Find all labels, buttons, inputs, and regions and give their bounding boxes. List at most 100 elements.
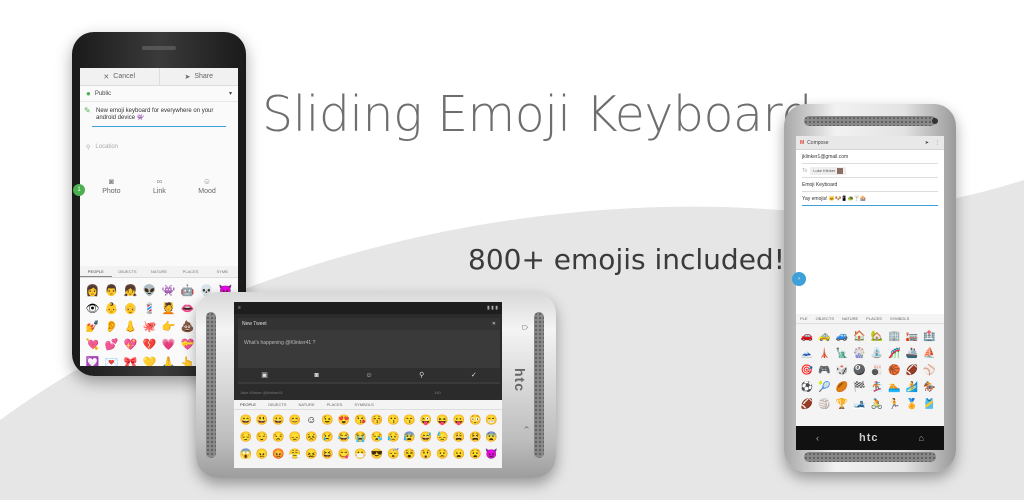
to-field[interactable]: To Luke Klinker [802, 164, 938, 178]
home-icon[interactable]: ⌂ [919, 433, 924, 443]
tweet-input[interactable]: What's happening @Klinker41 ? [238, 330, 500, 368]
emoji-key[interactable]: 😭 [353, 429, 368, 446]
emoji-key[interactable]: 🏊 [886, 379, 904, 395]
emoji-key[interactable]: 😖 [304, 446, 319, 463]
subject-field[interactable]: Emoji Keyboard [802, 178, 938, 192]
emoji-key[interactable]: 🎡 [851, 345, 869, 361]
emoji-key[interactable]: 😎 [369, 446, 384, 463]
emoji-key[interactable]: 😄 [238, 412, 253, 429]
emoji-key[interactable]: 🏈 [903, 362, 921, 378]
location-input[interactable]: ⚲ Location [80, 139, 238, 155]
emoji-icon[interactable]: ☺ [365, 372, 372, 379]
emoji-key[interactable]: ⛵ [921, 345, 939, 361]
emoji-key[interactable]: 🏐 [816, 396, 834, 412]
emoji-key[interactable]: 🏇 [921, 379, 939, 395]
tab-symbols[interactable]: SYMBOLS [890, 316, 909, 321]
emoji-key[interactable]: 🚗 [798, 328, 816, 344]
body-field[interactable]: Yay emojis! 🐱🐶📱🐢🍸🎰 [802, 192, 938, 206]
emoji-key[interactable]: 😩 [451, 429, 466, 446]
back-icon[interactable]: ‹ [816, 433, 819, 443]
fab-button[interactable]: › [792, 272, 806, 286]
link-button[interactable]: ∞ Link [153, 177, 166, 195]
home-icon[interactable]: ⌂ [519, 324, 530, 330]
emoji-key[interactable]: 🗼 [816, 345, 834, 361]
emoji-key[interactable]: 👄 [179, 300, 196, 317]
tab-nature[interactable]: NATURE [143, 266, 175, 277]
send-icon[interactable]: ➤ [925, 140, 929, 146]
emoji-key[interactable]: 💌 [103, 354, 120, 366]
emoji-key[interactable]: ⚾ [921, 362, 939, 378]
emoji-key[interactable]: 🎮 [816, 362, 834, 378]
emoji-key[interactable]: 😰 [402, 429, 417, 446]
emoji-key[interactable]: 💈 [141, 300, 158, 317]
emoji-key[interactable]: 💖 [122, 336, 139, 353]
mood-button[interactable]: ☺ Mood [198, 177, 216, 195]
emoji-key[interactable]: 😳 [467, 412, 482, 429]
from-field[interactable]: jklinker1@gmail.com [802, 150, 938, 164]
emoji-key[interactable]: 😜 [418, 412, 433, 429]
photo-button[interactable]: ◙ Photo [102, 177, 120, 195]
emoji-key[interactable]: 💗 [160, 336, 177, 353]
emoji-key[interactable]: 🏡 [868, 328, 886, 344]
emoji-key[interactable]: 💝 [179, 336, 196, 353]
emoji-key[interactable]: 🤖 [179, 282, 196, 299]
emoji-key[interactable]: 😃 [254, 412, 269, 429]
emoji-key[interactable]: 🏢 [886, 328, 904, 344]
emoji-key[interactable]: 👃 [122, 318, 139, 335]
emoji-key[interactable]: 😪 [369, 429, 384, 446]
emoji-key[interactable]: 😷 [353, 446, 368, 463]
emoji-key[interactable]: 💟 [84, 354, 101, 366]
emoji-key[interactable]: 👁 [84, 300, 101, 317]
emoji-key[interactable]: 👴 [122, 300, 139, 317]
emoji-key[interactable]: ☺ [304, 412, 319, 429]
emoji-key[interactable]: ⛲ [868, 345, 886, 361]
tab-objects[interactable]: OBJECTS [816, 316, 834, 321]
emoji-key[interactable]: 🙏 [160, 354, 177, 366]
emoji-key[interactable]: 🗻 [798, 345, 816, 361]
emoji-key[interactable]: 🎾 [816, 379, 834, 395]
emoji-key[interactable]: 😋 [336, 446, 351, 463]
emoji-key[interactable]: 😡 [271, 446, 286, 463]
emoji-key[interactable]: 😠 [254, 446, 269, 463]
emoji-key[interactable]: 😀 [271, 412, 286, 429]
tab-symbols[interactable]: SYMBOLS [354, 402, 373, 407]
emoji-key[interactable]: 🏄 [903, 379, 921, 395]
emoji-key[interactable]: 🚕 [816, 328, 834, 344]
emoji-key[interactable]: 🏈 [798, 396, 816, 412]
emoji-key[interactable]: 😓 [435, 429, 450, 446]
emoji-key[interactable]: 🏥 [921, 328, 939, 344]
emoji-key[interactable]: 🚴 [868, 396, 886, 412]
emoji-key[interactable]: 😧 [467, 446, 482, 463]
emoji-key[interactable]: 🏉 [833, 379, 851, 395]
tab-people[interactable]: PEOPLE [240, 402, 256, 407]
emoji-key[interactable]: 💩 [179, 318, 196, 335]
emoji-key[interactable]: 🎿 [851, 396, 869, 412]
emoji-key[interactable]: 😝 [435, 412, 450, 429]
emoji-key[interactable]: 🐙 [141, 318, 158, 335]
emoji-key[interactable]: 😅 [418, 429, 433, 446]
camera-icon[interactable]: ◙ [315, 372, 319, 379]
emoji-key[interactable]: 😍 [336, 412, 351, 429]
tab-nature[interactable]: NATURE [842, 316, 858, 321]
tab-objects[interactable]: OBJECTS [268, 402, 286, 407]
emoji-key[interactable]: 😔 [238, 429, 253, 446]
emoji-key[interactable]: 💘 [84, 336, 101, 353]
emoji-key[interactable]: 😫 [467, 429, 482, 446]
emoji-key[interactable]: 😂 [336, 429, 351, 446]
tab-places[interactable]: PLACES [866, 316, 882, 321]
emoji-key[interactable]: 🏃 [886, 396, 904, 412]
check-icon[interactable]: ✓ [471, 371, 477, 379]
emoji-key[interactable]: 😌 [254, 429, 269, 446]
emoji-key[interactable]: 😢 [320, 429, 335, 446]
emoji-key[interactable]: 🗽 [833, 345, 851, 361]
back-icon[interactable]: ‹ [521, 426, 532, 429]
emoji-key[interactable]: 🏆 [833, 396, 851, 412]
fab-button[interactable]: 1 [73, 184, 85, 196]
emoji-key[interactable]: 🏠 [851, 328, 869, 344]
post-input[interactable]: ✎ New emoji keyboard for everywhere on y… [80, 102, 238, 133]
emoji-key[interactable]: 🏅 [903, 396, 921, 412]
emoji-key[interactable]: 🚙 [833, 328, 851, 344]
emoji-key[interactable]: 😚 [369, 412, 384, 429]
emoji-key[interactable]: 💛 [141, 354, 158, 366]
emoji-key[interactable]: 🏁 [851, 379, 869, 395]
